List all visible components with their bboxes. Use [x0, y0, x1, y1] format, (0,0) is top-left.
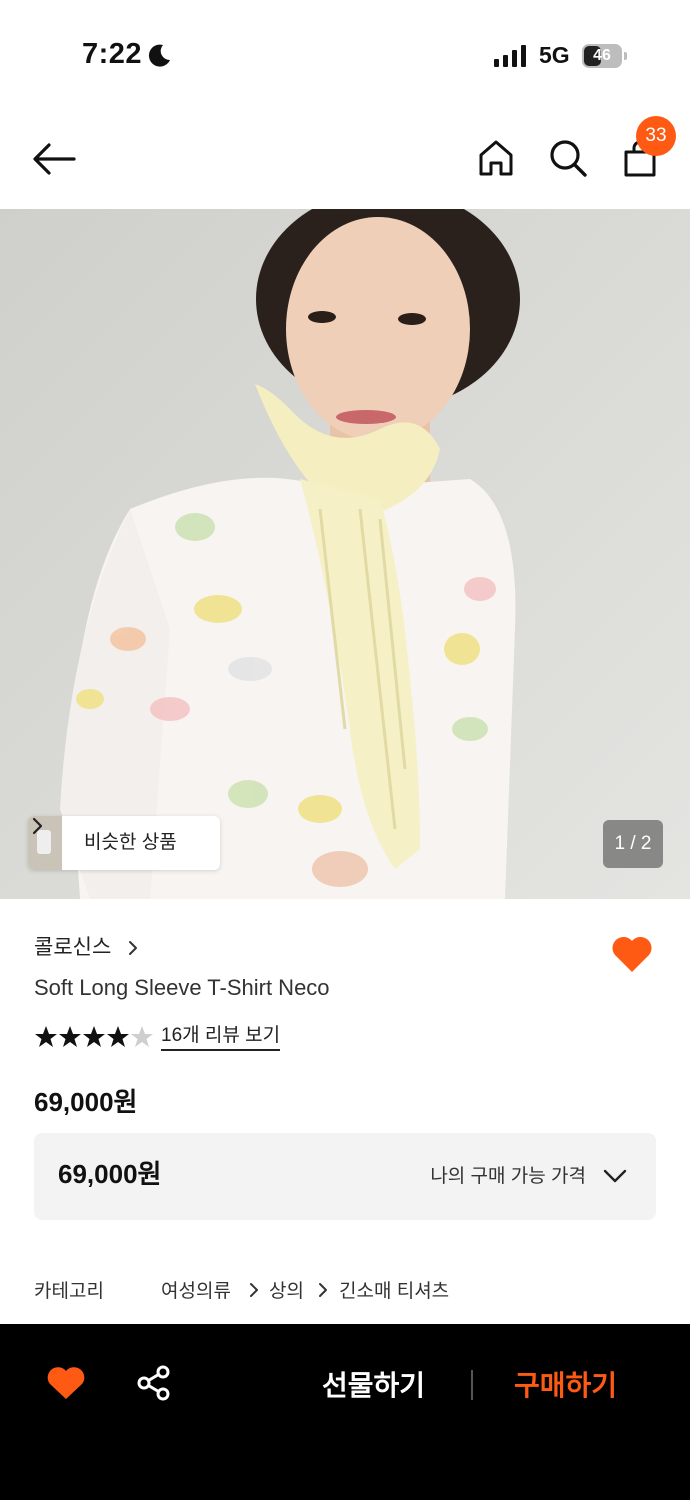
- header-bar: [0, 110, 690, 209]
- category-label: 카테고리: [34, 1281, 104, 1302]
- network-type: 5G: [539, 42, 570, 68]
- product-price: 69,000원: [34, 1087, 138, 1117]
- buy-button[interactable]: 구매하기: [514, 1364, 617, 1404]
- chevron-down-icon: [603, 1169, 627, 1183]
- my-price-label: 나의 구매 가능 가격: [430, 1166, 586, 1187]
- image-page-indicator: 1 / 2: [603, 820, 663, 868]
- heart-icon[interactable]: [610, 934, 654, 974]
- search-icon[interactable]: [548, 138, 588, 178]
- bottom-action-bar: [0, 1324, 690, 1500]
- product-name: Soft Long Sleeve T-Shirt Neco: [34, 975, 330, 1000]
- category-crumb-tops[interactable]: 상의: [269, 1276, 304, 1303]
- battery-icon: 46: [582, 44, 628, 68]
- cart-count-badge: 33: [636, 116, 676, 156]
- brand-link[interactable]: 콜로신스: [34, 933, 137, 963]
- signal-icon: [494, 45, 526, 67]
- chevron-right-icon: [319, 1283, 327, 1297]
- my-price-dropdown[interactable]: 69,000원 나의 구매 가능 가격: [34, 1133, 656, 1220]
- moon-icon: [148, 44, 170, 67]
- category-row: 카테고리 여성의류 상의 긴소매 티셔츠: [34, 1276, 674, 1306]
- similar-products-button[interactable]: 비슷한 상품: [28, 816, 220, 870]
- chevron-right-icon: [32, 817, 43, 835]
- review-link[interactable]: 16개 리뷰 보기: [161, 1023, 281, 1051]
- heart-icon[interactable]: [46, 1365, 86, 1401]
- share-icon[interactable]: [135, 1364, 173, 1402]
- category-crumb-women[interactable]: 여성의류: [161, 1276, 231, 1303]
- status-bar: 7:22 5G 46: [0, 0, 690, 110]
- back-arrow-icon[interactable]: [32, 142, 76, 176]
- gift-button[interactable]: 선물하기: [322, 1364, 425, 1404]
- similar-products-label: 비슷한 상품: [84, 832, 177, 853]
- my-price-value: 69,000원: [58, 1159, 162, 1189]
- brand-name: 콜로신스: [34, 936, 112, 959]
- bar-divider: [471, 1370, 473, 1400]
- star-rating-icon: [35, 1026, 153, 1047]
- status-time: 7:22: [82, 38, 143, 70]
- home-icon[interactable]: [476, 138, 516, 178]
- product-photo: [0, 209, 690, 899]
- chevron-right-icon: [129, 941, 137, 955]
- product-image[interactable]: 비슷한 상품 1 / 2: [0, 209, 690, 899]
- category-crumb-longsleeve[interactable]: 긴소매 티셔츠: [339, 1276, 449, 1303]
- chevron-right-icon: [250, 1283, 258, 1297]
- battery-level: 46: [593, 47, 611, 64]
